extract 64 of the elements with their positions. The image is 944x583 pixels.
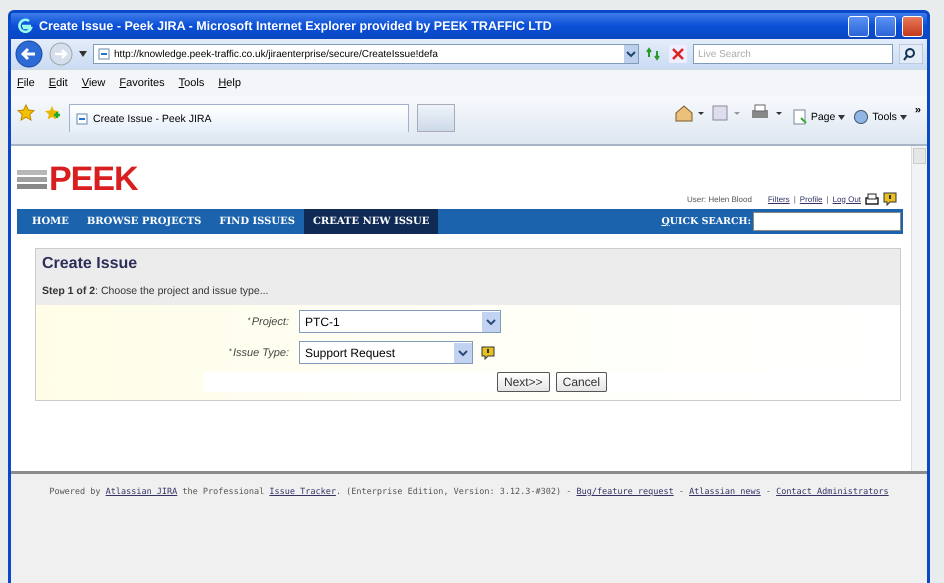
footer-link[interactable]: Bug/feature request	[576, 487, 674, 497]
minimize-button[interactable]	[848, 16, 869, 36]
menu-item[interactable]: Edit	[48, 77, 68, 89]
menu-item[interactable]: Favorites	[119, 77, 165, 89]
printer-icon[interactable]	[865, 193, 879, 205]
footer-link[interactable]: Atlassian JIRA	[106, 487, 178, 497]
form-button[interactable]: Next>>	[496, 372, 550, 392]
footer-link[interactable]: Contact Administrators	[776, 487, 889, 497]
step-text: Step 1 of 2: Choose the project and issue type...	[36, 277, 900, 305]
help-icon[interactable]	[883, 192, 897, 206]
form-title: Create Issue	[42, 255, 138, 273]
caret-icon	[838, 114, 846, 120]
dropdown-icon[interactable]	[454, 342, 472, 362]
caret-icon	[900, 114, 907, 120]
page-menu-button[interactable]: Page	[792, 109, 846, 125]
form-button[interactable]: Cancel	[556, 372, 608, 392]
menu-item[interactable]: File	[17, 77, 35, 89]
scrollbar[interactable]	[911, 146, 927, 471]
add-favorite-icon[interactable]	[43, 104, 61, 122]
separator: |	[794, 194, 796, 204]
stop-icon[interactable]	[669, 45, 687, 63]
browser-logo-icon	[17, 18, 33, 34]
user-name: User: Helen Blood	[686, 194, 752, 204]
user-link[interactable]: Profile	[800, 194, 822, 204]
menu-item[interactable]: Help	[218, 77, 241, 89]
tools-menu-button[interactable]: Tools	[853, 109, 907, 125]
dropdown-field[interactable]: Support Request	[299, 341, 473, 364]
dropdown-field[interactable]: PTC-1	[299, 310, 501, 333]
help-icon[interactable]	[481, 346, 495, 360]
window-title: Create Issue - Peek JIRA - Microsoft Internet Explorer provided by PEEK TRAFFIC LTD	[39, 19, 553, 33]
browser-tab[interactable]: Create Issue - Peek JIRA	[69, 104, 409, 132]
search-icon[interactable]	[899, 44, 923, 64]
more-button[interactable]: »	[914, 104, 921, 116]
field-label: $^{*}$Project:	[248, 316, 289, 328]
home-icon[interactable]	[674, 104, 704, 122]
star-icon[interactable]	[17, 104, 35, 122]
field-label: $^{*}$Issue Type:	[228, 346, 289, 358]
footer-link[interactable]: Atlassian news	[689, 487, 761, 497]
maximize-button[interactable]	[875, 16, 896, 36]
search-field[interactable]: Live Search	[693, 44, 893, 64]
nav-tab[interactable]: CREATE NEW ISSUE	[304, 209, 438, 234]
back-icon[interactable]	[15, 40, 43, 68]
caret-icon[interactable]	[79, 51, 87, 57]
menu-item[interactable]: Tools	[178, 77, 204, 89]
logo-bars-icon	[17, 168, 47, 190]
quick-search-label: QUICK SEARCH:	[661, 216, 751, 227]
page-icon	[792, 109, 808, 125]
page-icon	[98, 48, 110, 60]
menu-item[interactable]: View	[82, 77, 106, 89]
quick-search-field[interactable]	[753, 212, 901, 231]
footer-text: Powered by Atlassian JIRA the Professional Issue Tracker. (Enterprise Edition, Version: 3.12.3-#302) - Bug/feature request - Atlassian news - Contact Administrators	[11, 471, 927, 583]
address-field[interactable]: http://knowledge.peek-traffic.co.uk/jiraenterprise/secure/CreateIssue!defa	[93, 44, 639, 64]
nav-tab[interactable]: FIND ISSUES	[210, 209, 304, 234]
dropdown-icon[interactable]	[482, 312, 500, 332]
nav-tab[interactable]: HOME	[23, 209, 78, 234]
close-button[interactable]	[902, 16, 923, 36]
user-link[interactable]: Filters	[768, 194, 790, 204]
dropdown-icon[interactable]	[624, 45, 638, 63]
site-logo[interactable]: PEEK	[17, 162, 138, 196]
nav-tab[interactable]: BROWSE PROJECTS	[78, 209, 210, 234]
footer-link[interactable]: Issue Tracker	[269, 487, 336, 497]
user-link[interactable]: Log Out	[832, 194, 861, 204]
page-icon	[76, 112, 88, 124]
separator: |	[826, 194, 829, 204]
